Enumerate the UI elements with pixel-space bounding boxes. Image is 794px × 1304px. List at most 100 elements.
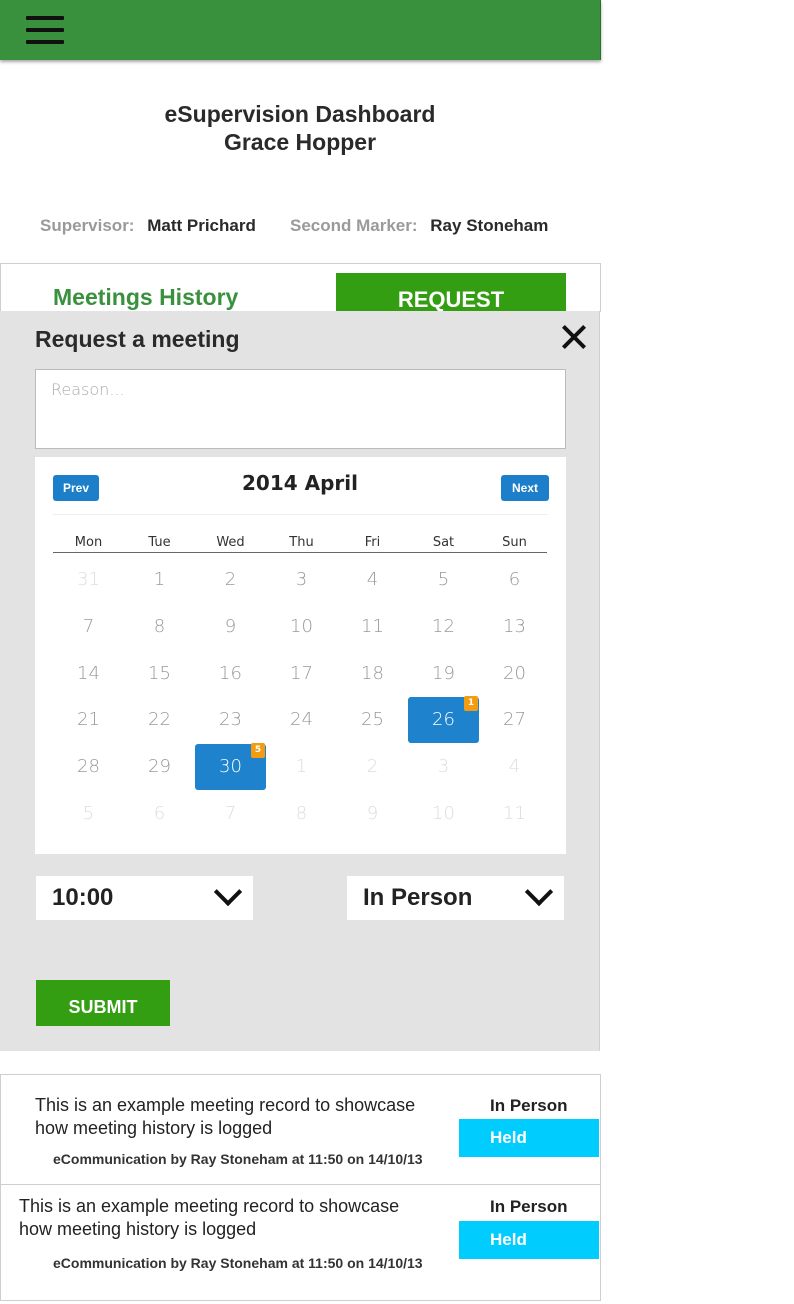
second-marker-name: Ray Stoneham	[430, 216, 549, 235]
calendar-day-number: 31	[77, 569, 100, 590]
calendar-day-number: 17	[290, 663, 313, 684]
meeting-type-value: In Person	[363, 884, 473, 911]
meeting-record-meta: eCommunication by Ray Stoneham at 11:50 …	[53, 1255, 423, 1271]
calendar-month-title: 2014 April	[242, 471, 358, 495]
calendar-prev-button[interactable]: Prev	[53, 475, 99, 501]
weekday-header: Fri	[364, 535, 381, 550]
calendar-day-number: 20	[503, 663, 526, 684]
calendar-day[interactable]: 22	[124, 697, 195, 743]
calendar-day[interactable]: 28	[53, 744, 124, 790]
chevron-down-icon	[216, 888, 236, 908]
calendar-day-number: 2	[224, 569, 237, 590]
meeting-type-select[interactable]: In Person	[347, 876, 564, 920]
calendar-day[interactable]: 10	[408, 791, 479, 837]
calendar-day-number: 3	[295, 569, 308, 590]
meeting-count-badge: 1	[464, 696, 478, 711]
top-app-bar	[0, 0, 601, 60]
calendar-day[interactable]: 25	[337, 697, 408, 743]
calendar-day[interactable]: 1	[266, 744, 337, 790]
calendar-day-number: 1	[153, 569, 166, 590]
supervisor-label: Supervisor:	[40, 216, 135, 235]
calendar-next-button[interactable]: Next	[501, 475, 549, 501]
calendar-day[interactable]: 5	[53, 791, 124, 837]
calendar-day[interactable]: 5	[408, 557, 479, 603]
calendar-day[interactable]: 29	[124, 744, 195, 790]
weekday-header: Wed	[216, 535, 245, 550]
calendar-day[interactable]: 13	[479, 604, 550, 650]
calendar-day[interactable]: 4	[479, 744, 550, 790]
meeting-record-text: This is an example meeting record to sho…	[19, 1196, 400, 1239]
calendar-day-number: 25	[361, 709, 384, 730]
calendar-day[interactable]: 14	[53, 651, 124, 697]
calendar-day[interactable]: 19	[408, 651, 479, 697]
calendar-day[interactable]: 11	[337, 604, 408, 650]
meeting-record-text: This is an example meeting record to sho…	[35, 1095, 416, 1138]
calendar-day-number: 12	[432, 616, 455, 637]
calendar-day-number: 23	[219, 709, 242, 730]
calendar-day-number: 5	[82, 803, 95, 824]
calendar-day[interactable]: 20	[479, 651, 550, 697]
status-badge: Held	[459, 1221, 599, 1259]
calendar-day[interactable]: 18	[337, 651, 408, 697]
request-button[interactable]: REQUEST	[336, 273, 566, 311]
calendar-day-number: 5	[437, 569, 450, 590]
calendar-day[interactable]: 6	[124, 791, 195, 837]
calendar-day-number: 7	[82, 616, 95, 637]
calendar-day-number: 9	[366, 803, 379, 824]
calendar-day[interactable]: 7	[195, 791, 266, 837]
time-select[interactable]: 10:00	[36, 876, 253, 920]
calendar-day[interactable]: 3	[266, 557, 337, 603]
calendar-day-number: 11	[361, 616, 384, 637]
meeting-record-type: In Person	[490, 1096, 568, 1115]
calendar-day[interactable]: 27	[479, 697, 550, 743]
calendar-day[interactable]: 9	[195, 604, 266, 650]
calendar-day[interactable]: 31	[53, 557, 124, 603]
calendar-day-number: 7	[224, 803, 237, 824]
calendar-day-selected[interactable]: 26 1	[408, 696, 479, 743]
calendar-day-number: 28	[77, 756, 100, 777]
calendar-divider	[53, 514, 548, 515]
reason-input[interactable]	[35, 369, 566, 449]
close-icon[interactable]	[561, 324, 587, 350]
status-badge: Held	[459, 1119, 599, 1157]
weekday-header: Sat	[432, 535, 455, 550]
supervisor-info: Supervisor: Matt Prichard	[40, 216, 256, 236]
calendar-day-number: 11	[503, 803, 526, 824]
calendar-day-number: 14	[77, 663, 100, 684]
calendar-day-number: 18	[361, 663, 384, 684]
modal-title: Request a meeting	[35, 326, 240, 352]
calendar-day[interactable]: 24	[266, 697, 337, 743]
calendar-day[interactable]: 7	[53, 604, 124, 650]
calendar-day[interactable]: 2	[337, 744, 408, 790]
calendar-day-number: 16	[219, 663, 242, 684]
calendar-day[interactable]: 8	[124, 604, 195, 650]
calendar-day-number: 10	[432, 803, 455, 824]
calendar-day[interactable]: 10	[266, 604, 337, 650]
calendar-day-number: 10	[290, 616, 313, 637]
calendar-day[interactable]: 8	[266, 791, 337, 837]
calendar-day-number: 4	[508, 756, 521, 777]
calendar-day[interactable]: 2	[195, 557, 266, 603]
calendar-day[interactable]: 21	[53, 697, 124, 743]
calendar-day[interactable]: 23	[195, 697, 266, 743]
calendar-day[interactable]: 17	[266, 651, 337, 697]
calendar-day[interactable]: 11	[479, 791, 550, 837]
weekday-header: Sun	[502, 535, 527, 550]
calendar-day-number: 21	[77, 709, 100, 730]
calendar-day[interactable]: 1	[124, 557, 195, 603]
chevron-down-icon	[527, 888, 547, 908]
calendar-day-number: 3	[437, 756, 450, 777]
calendar-day[interactable]: 4	[337, 557, 408, 603]
submit-button[interactable]: SUBMIT	[36, 980, 170, 1026]
calendar-day-selected[interactable]: 30 5	[195, 743, 266, 790]
calendar-day[interactable]: 3	[408, 744, 479, 790]
hamburger-menu-icon[interactable]	[26, 16, 64, 44]
calendar-day[interactable]: 15	[124, 651, 195, 697]
calendar-day-number: 15	[148, 663, 171, 684]
calendar-day-number: 13	[503, 616, 526, 637]
calendar-day[interactable]: 16	[195, 651, 266, 697]
calendar-day[interactable]: 9	[337, 791, 408, 837]
meeting-count-badge: 5	[251, 743, 265, 758]
calendar-day[interactable]: 6	[479, 557, 550, 603]
calendar-day[interactable]: 12	[408, 604, 479, 650]
